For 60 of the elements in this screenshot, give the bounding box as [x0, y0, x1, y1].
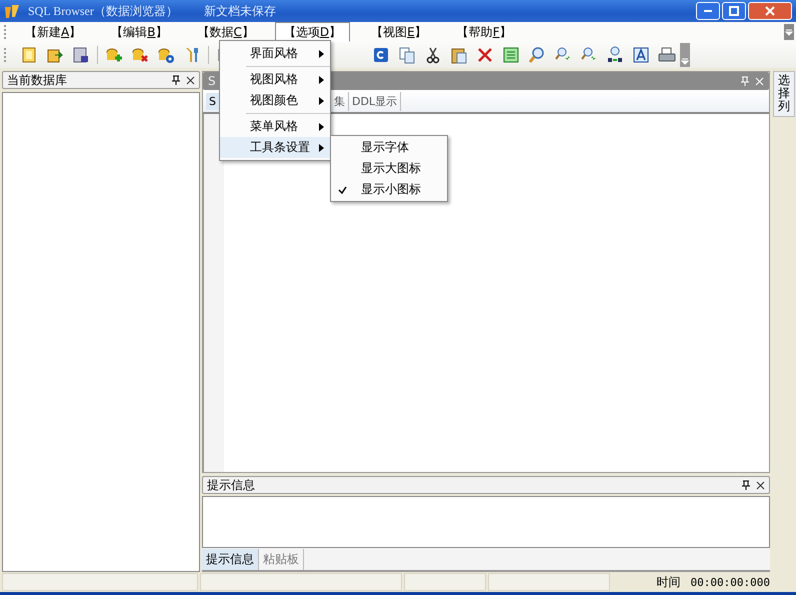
- close-icon: [765, 6, 775, 16]
- submenu-arrow-icon: [319, 122, 324, 130]
- menu-item[interactable]: 【编辑B】: [102, 22, 176, 42]
- menu-option[interactable]: 视图风格: [220, 69, 330, 90]
- pin-icon[interactable]: [742, 480, 750, 490]
- submenu-arrow-icon: [319, 76, 324, 84]
- close-icon[interactable]: [186, 76, 195, 84]
- print-icon[interactable]: [658, 46, 676, 64]
- close-button[interactable]: [748, 2, 792, 20]
- dropdown-icon: [681, 57, 689, 65]
- delete-database-icon[interactable]: [131, 46, 149, 64]
- font-icon[interactable]: [632, 46, 650, 64]
- dropdown-icon: [785, 28, 793, 36]
- menu-item[interactable]: 【数据C】: [188, 22, 263, 42]
- menu-option[interactable]: 显示大图标: [331, 158, 447, 179]
- maximize-button[interactable]: [722, 2, 746, 20]
- minimize-icon: [704, 10, 712, 12]
- refresh-icon[interactable]: [372, 46, 390, 64]
- copy-icon[interactable]: [398, 46, 416, 64]
- delete-icon[interactable]: [476, 46, 494, 64]
- submenu-arrow-icon: [319, 144, 324, 152]
- list-icon[interactable]: [502, 46, 520, 64]
- overflow-button[interactable]: [784, 24, 794, 40]
- pin-icon[interactable]: [172, 75, 180, 85]
- menu-item[interactable]: 【帮助 F】: [448, 22, 521, 42]
- time-label: 时间: [656, 574, 681, 590]
- submenu-arrow-icon: [319, 96, 324, 104]
- menu-item[interactable]: 【视图E】: [362, 22, 436, 42]
- tab[interactable]: S: [206, 92, 220, 110]
- cut-icon[interactable]: [424, 46, 442, 64]
- menu-option[interactable]: 显示字体: [331, 137, 447, 158]
- document-status: 新文档未保存: [204, 2, 276, 20]
- menu-option[interactable]: 界面风格: [220, 43, 330, 64]
- menu-option[interactable]: 工具条设置: [220, 137, 330, 158]
- close-icon[interactable]: [756, 480, 765, 490]
- replace-icon[interactable]: [606, 46, 624, 64]
- time-value: 00:00:00:000: [690, 576, 770, 588]
- panel-title: S: [208, 74, 216, 88]
- save-icon[interactable]: [72, 46, 90, 64]
- side-tab[interactable]: 选择列: [773, 71, 795, 117]
- menu-option[interactable]: 视图颜色: [220, 90, 330, 111]
- app-icon: [4, 3, 20, 19]
- tab[interactable]: 提示信息: [202, 548, 259, 570]
- document-icon[interactable]: [20, 46, 38, 64]
- search-icon[interactable]: [528, 46, 546, 64]
- menu-option[interactable]: 显示小图标: [331, 179, 447, 200]
- minimize-button[interactable]: [696, 2, 720, 20]
- panel-title: 提示信息: [207, 476, 255, 494]
- tab[interactable]: 粘贴板: [259, 548, 304, 570]
- submenu-arrow-icon: [319, 50, 324, 58]
- add-database-icon[interactable]: [105, 46, 123, 64]
- menu-item[interactable]: 【选项D】: [274, 22, 350, 42]
- tab[interactable]: DDL显示: [348, 92, 402, 110]
- database-settings-icon[interactable]: [157, 46, 175, 64]
- maximize-icon: [729, 6, 739, 16]
- window-title: SQL Browser（数据浏览器）: [28, 2, 178, 20]
- menu-item[interactable]: 【新建A】: [16, 22, 90, 42]
- paste-icon[interactable]: [450, 46, 468, 64]
- panel-title: 当前数据库: [7, 72, 67, 88]
- menu-option[interactable]: 菜单风格: [220, 116, 330, 137]
